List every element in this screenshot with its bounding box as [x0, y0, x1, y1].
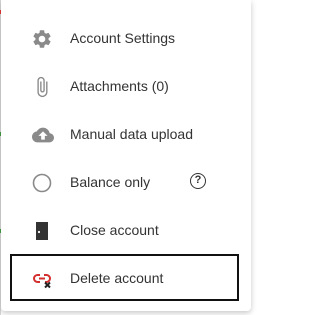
menu-item-label: Manual data upload [70, 126, 193, 142]
cloud-upload-icon [30, 124, 56, 146]
menu-item-close-account[interactable]: Close account [1, 206, 251, 254]
selection-highlight-box [10, 254, 239, 301]
menu-item-balance-only[interactable]: Balance only ? [1, 158, 251, 206]
radio-circle-icon[interactable] [31, 172, 53, 194]
menu-item-label: Account Settings [70, 30, 176, 46]
menu-item-attachments[interactable]: Attachments (0) [1, 62, 251, 110]
menu-item-account-settings[interactable]: Account Settings [1, 14, 251, 62]
paperclip-icon [31, 76, 53, 98]
door-icon [31, 220, 53, 242]
help-icon[interactable]: ? [190, 173, 206, 189]
menu-item-label: Attachments (0) [70, 78, 169, 94]
menu-item-manual-data-upload[interactable]: Manual data upload [1, 110, 251, 158]
gear-icon [31, 28, 53, 50]
menu-item-label: Balance only [70, 174, 151, 190]
menu-item-label: Close account [70, 222, 159, 238]
